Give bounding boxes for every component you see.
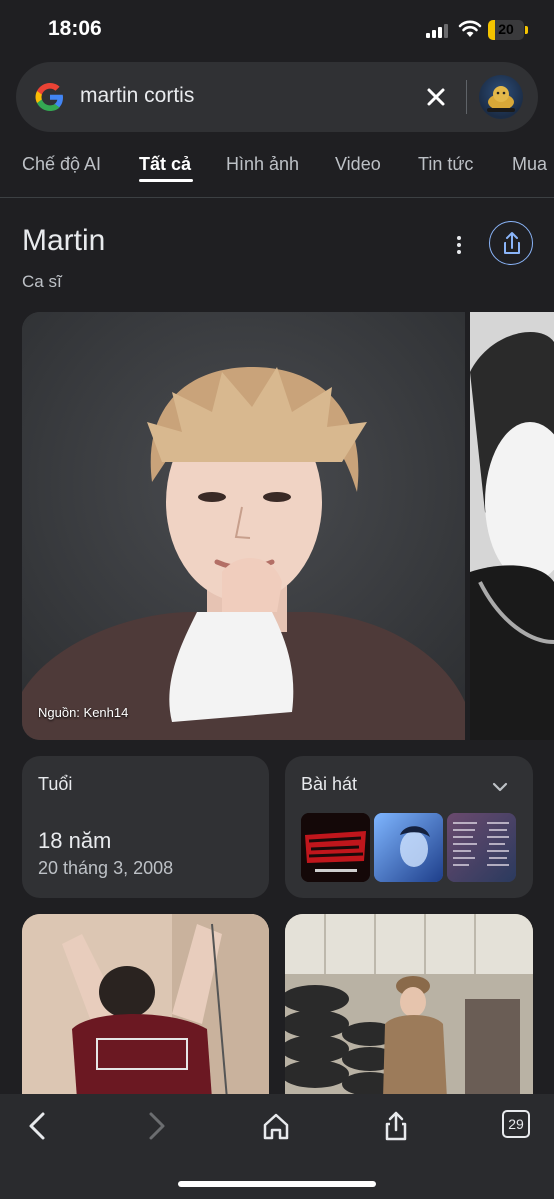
entity-main-image[interactable]: Nguồn: Kenh14 (22, 312, 465, 740)
entity-title: Martin (22, 224, 106, 257)
more-options-icon[interactable] (448, 234, 470, 256)
signal-icon (426, 24, 448, 38)
tab-images[interactable]: Hình ảnh (226, 154, 299, 175)
battery-icon: 20 (488, 20, 524, 40)
forward-icon (149, 1112, 165, 1140)
tab-shopping[interactable]: Mua (512, 154, 547, 175)
songs-card[interactable]: Bài hát (285, 756, 533, 898)
song-thumbnail[interactable] (301, 813, 370, 882)
tabs-button[interactable]: 29 (502, 1110, 530, 1138)
chevron-down-icon[interactable] (489, 776, 511, 798)
search-input[interactable]: martin cortis (80, 84, 194, 108)
wifi-icon (458, 20, 482, 37)
related-photo[interactable] (285, 914, 533, 1099)
search-tabs: Chế độ AI Tất cả Hình ảnh Video Tin tức … (0, 148, 554, 198)
active-tab-indicator (139, 179, 193, 182)
image-credit: Nguồn: Kenh14 (38, 705, 129, 720)
age-value: 18 năm (38, 828, 112, 853)
tab-video[interactable]: Video (335, 154, 381, 175)
home-icon[interactable] (260, 1110, 292, 1142)
battery-percent: 20 (498, 21, 514, 37)
performer-photo-illustration (22, 914, 269, 1099)
redred-cover-icon (301, 813, 370, 882)
status-time: 18:06 (48, 17, 102, 40)
songs-label: Bài hát (301, 774, 358, 794)
home-indicator (178, 1181, 376, 1187)
song-thumbnail[interactable] (374, 813, 443, 882)
age-card[interactable]: Tuổi 18 năm 20 tháng 3, 2008 (22, 756, 269, 898)
search-divider (466, 80, 467, 114)
tracklist-cover-icon (447, 813, 516, 882)
share-icon (504, 232, 520, 254)
entity-secondary-image[interactable] (470, 312, 554, 740)
entity-subtitle: Ca sĩ (22, 272, 62, 291)
tab-ai-mode[interactable]: Chế độ AI (22, 154, 101, 175)
share-icon[interactable] (380, 1110, 412, 1142)
song-thumbnail[interactable] (447, 813, 516, 882)
status-bar: 18:06 20 (0, 0, 554, 60)
avatar-art-icon (487, 86, 515, 112)
clear-icon[interactable] (421, 82, 451, 112)
tab-all[interactable]: Tất cả (139, 154, 191, 175)
portrait-illustration (22, 312, 465, 740)
search-bar[interactable]: martin cortis (16, 62, 538, 132)
back-icon[interactable] (22, 1110, 54, 1142)
account-avatar[interactable] (479, 75, 523, 119)
age-label: Tuổi (38, 774, 73, 794)
google-logo-icon (35, 83, 63, 111)
share-button[interactable] (489, 221, 533, 265)
bw-portrait-illustration (470, 312, 554, 740)
blue-portrait-cover-icon (374, 813, 443, 882)
tab-news[interactable]: Tin tức (418, 154, 473, 175)
tires-photo-illustration (285, 914, 533, 1099)
birth-date: 20 tháng 3, 2008 (38, 858, 174, 878)
battery-nub (525, 26, 528, 34)
related-photo[interactable] (22, 914, 269, 1099)
